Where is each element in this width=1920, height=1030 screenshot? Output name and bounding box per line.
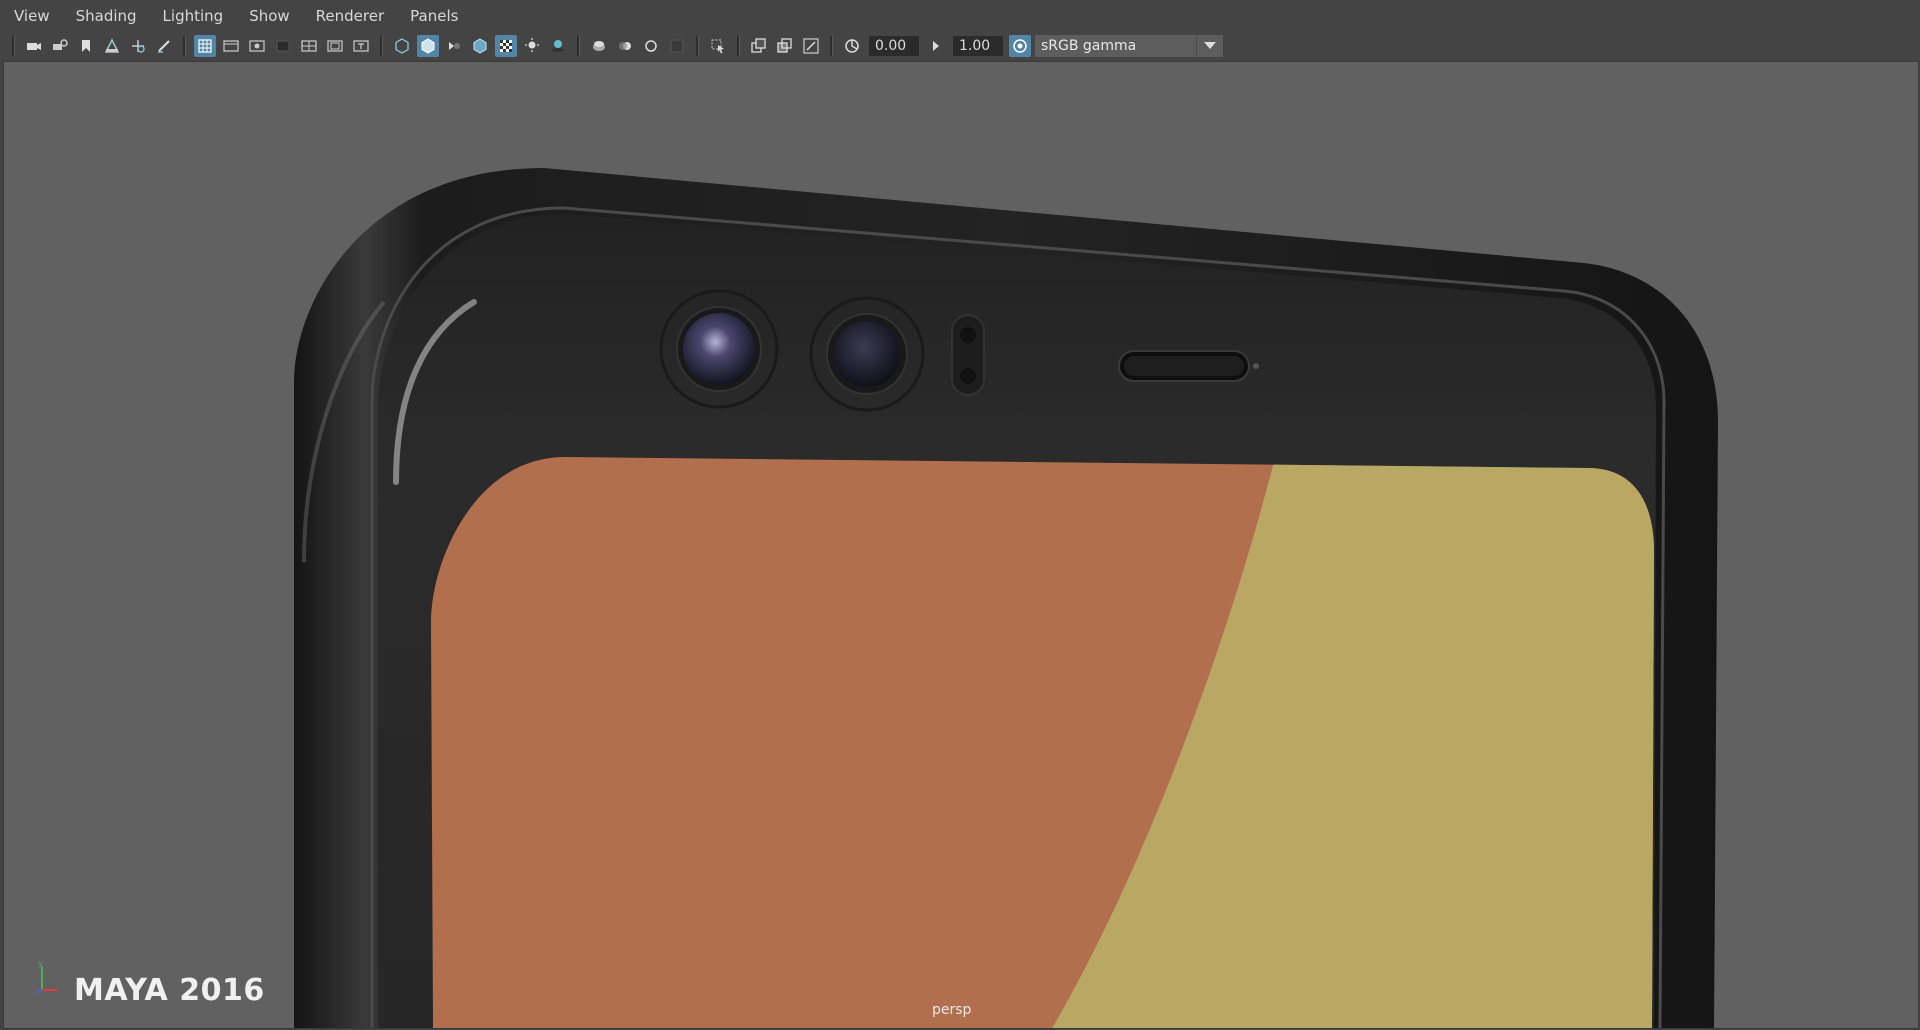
- menu-lighting[interactable]: Lighting: [149, 7, 236, 25]
- toolbar-divider: [12, 36, 15, 56]
- image-plane-icon[interactable]: [101, 35, 123, 57]
- menu-show[interactable]: Show: [235, 7, 301, 25]
- xray-icon[interactable]: [748, 35, 770, 57]
- wireframe-on-shaded-icon[interactable]: [469, 35, 491, 57]
- color-management-icon[interactable]: [1009, 35, 1031, 57]
- gamma-icon[interactable]: [925, 35, 947, 57]
- toolbar-divider: [380, 36, 383, 56]
- camera-icon[interactable]: [23, 35, 45, 57]
- wireframe-icon[interactable]: [391, 35, 413, 57]
- anti-aliasing-icon[interactable]: [640, 35, 662, 57]
- smooth-shade-icon[interactable]: [417, 35, 439, 57]
- depth-of-field-icon[interactable]: [666, 35, 688, 57]
- field-chart-icon[interactable]: [298, 35, 320, 57]
- exposure-field[interactable]: 0.00: [869, 36, 919, 56]
- phone-model: [294, 168, 1718, 1028]
- chevron-down-icon[interactable]: [1196, 35, 1223, 57]
- menu-view[interactable]: View: [0, 7, 62, 25]
- toolbar-divider: [696, 36, 699, 56]
- svg-text:y: y: [38, 960, 43, 968]
- textured-icon[interactable]: [495, 35, 517, 57]
- gamma-field[interactable]: 1.00: [953, 36, 1003, 56]
- 2d-pan-zoom-icon[interactable]: [127, 35, 149, 57]
- bookmark-icon[interactable]: [75, 35, 97, 57]
- xray-active-icon[interactable]: [774, 35, 796, 57]
- gate-mask-icon[interactable]: [272, 35, 294, 57]
- isolate-select-icon[interactable]: [707, 35, 729, 57]
- menu-shading[interactable]: Shading: [62, 7, 149, 25]
- grease-pencil-icon[interactable]: [153, 35, 175, 57]
- camera-attributes-icon[interactable]: [49, 35, 71, 57]
- toolbar-divider: [830, 36, 833, 56]
- safe-title-icon[interactable]: [350, 35, 372, 57]
- viewport-menubar: View Shading Lighting Show Renderer Pane…: [0, 0, 1920, 32]
- toolbar-divider: [577, 36, 580, 56]
- grid-icon[interactable]: [194, 35, 216, 57]
- exposure-icon[interactable]: [841, 35, 863, 57]
- use-default-material-icon[interactable]: [443, 35, 465, 57]
- xray-joints-icon[interactable]: [800, 35, 822, 57]
- motion-blur-icon[interactable]: [614, 35, 636, 57]
- shadows-icon[interactable]: [547, 35, 569, 57]
- axis-indicator-icon: y: [35, 960, 58, 994]
- screen-space-ao-icon[interactable]: [588, 35, 610, 57]
- film-gate-icon[interactable]: [220, 35, 242, 57]
- camera-name-label: persp: [932, 1002, 972, 1018]
- toolbar-divider: [183, 36, 186, 56]
- lights-icon[interactable]: [521, 35, 543, 57]
- toolbar-divider: [737, 36, 740, 56]
- viewport-toolbar: 0.00 1.00 sRGB gamma: [0, 31, 1920, 61]
- resolution-gate-icon[interactable]: [246, 35, 268, 57]
- safe-action-icon[interactable]: [324, 35, 346, 57]
- menu-renderer[interactable]: Renderer: [302, 7, 396, 25]
- phone-screen: [431, 457, 1654, 1028]
- view-transform-value: sRGB gamma: [1041, 38, 1137, 54]
- menu-panels[interactable]: Panels: [396, 7, 470, 25]
- view-transform-dropdown[interactable]: sRGB gamma: [1035, 35, 1223, 57]
- viewport-watermark: MAYA 2016: [74, 973, 265, 1008]
- 3d-viewport[interactable]: [3, 61, 1919, 1029]
